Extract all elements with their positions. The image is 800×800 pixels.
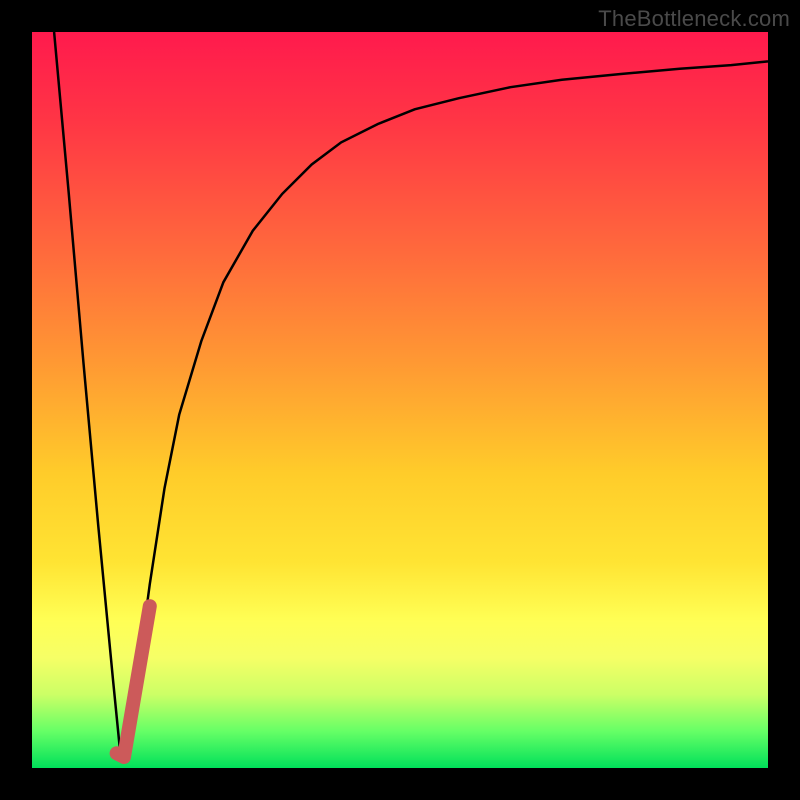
watermark-label: TheBottleneck.com <box>598 6 790 32</box>
black-curve-path <box>54 32 768 753</box>
red-segment-path <box>117 606 150 757</box>
plot-area <box>32 32 768 768</box>
chart-svg <box>32 32 768 768</box>
chart-root: TheBottleneck.com <box>0 0 800 800</box>
